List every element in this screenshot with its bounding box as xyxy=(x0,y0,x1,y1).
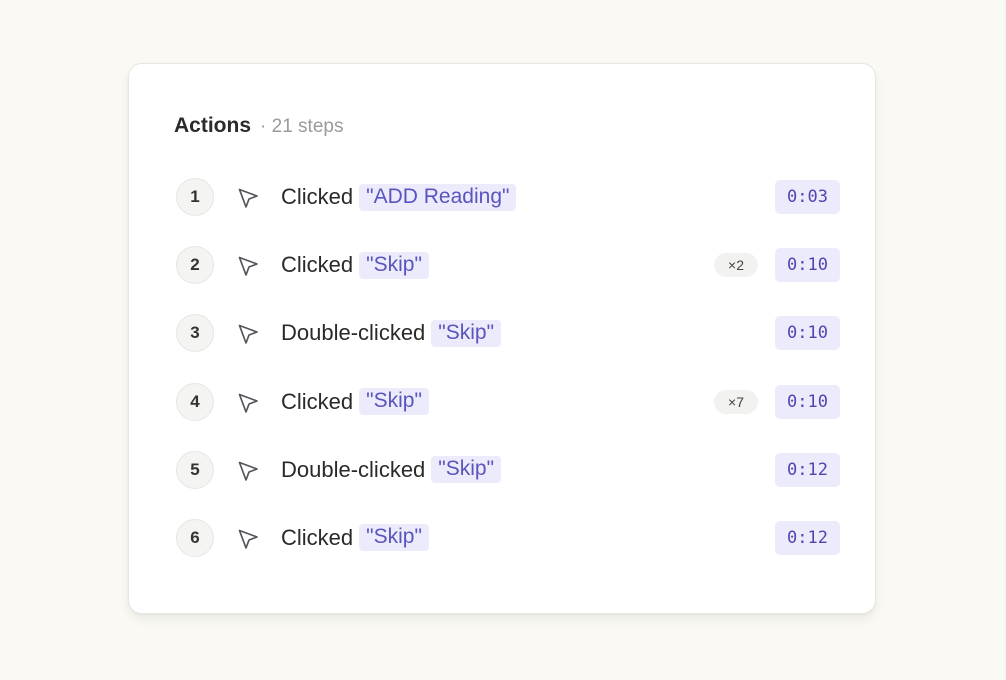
repeat-count-badge: ×2 xyxy=(714,253,758,278)
action-description: Double-clicked "Skip" xyxy=(281,314,502,352)
step-number: 1 xyxy=(176,178,214,216)
action-list: 1 Clicked "ADD Reading" 0:03 2 Clicked "… xyxy=(176,178,840,587)
actions-panel: Actions · 21 steps 1 Clicked "ADD Readin… xyxy=(128,63,876,614)
action-verb: Clicked xyxy=(281,184,354,209)
timestamp-badge[interactable]: 0:12 xyxy=(775,452,840,487)
cursor-arrow-icon xyxy=(237,323,259,345)
panel-header: Actions · 21 steps xyxy=(174,114,343,138)
action-row[interactable]: 1 Clicked "ADD Reading" 0:03 xyxy=(176,178,840,246)
action-description: Clicked "Skip" xyxy=(281,246,429,284)
cursor-arrow-icon xyxy=(237,528,259,550)
action-target: "Skip" xyxy=(359,251,429,279)
action-description: Clicked "Skip" xyxy=(281,519,429,557)
action-row[interactable]: 2 Clicked "Skip" ×2 0:10 xyxy=(176,246,840,314)
action-target: "Skip" xyxy=(431,456,502,484)
timestamp-badge[interactable]: 0:03 xyxy=(775,180,840,214)
repeat-count-badge: ×7 xyxy=(714,389,758,414)
cursor-arrow-icon xyxy=(237,392,259,414)
action-verb: Clicked xyxy=(281,252,354,278)
cursor-arrow-icon xyxy=(237,255,259,277)
timestamp-badge[interactable]: 0:10 xyxy=(775,316,840,351)
action-row[interactable]: 5 Double-clicked "Skip" 0:12 xyxy=(176,450,840,519)
action-target: "Skip" xyxy=(359,524,429,552)
step-count: · 21 steps xyxy=(260,116,344,137)
step-number: 5 xyxy=(176,450,214,489)
action-target: "Skip" xyxy=(359,388,429,416)
action-verb: Clicked xyxy=(281,388,354,414)
action-description: Clicked "Skip" xyxy=(281,383,429,421)
action-target: "Skip" xyxy=(431,319,502,347)
action-description: Double-clicked "Skip" xyxy=(281,451,502,489)
action-verb: Clicked xyxy=(281,524,354,550)
timestamp-badge[interactable]: 0:12 xyxy=(775,520,840,555)
cursor-arrow-icon xyxy=(237,187,259,209)
cursor-arrow-icon xyxy=(237,460,259,482)
step-number: 6 xyxy=(176,518,214,557)
action-row[interactable]: 6 Clicked "Skip" 0:12 xyxy=(176,518,840,587)
timestamp-badge[interactable]: 0:10 xyxy=(775,384,840,419)
step-number: 2 xyxy=(176,246,214,285)
action-verb: Double-clicked xyxy=(281,456,426,482)
panel-title: Actions xyxy=(174,114,252,137)
action-verb: Double-clicked xyxy=(281,320,426,346)
action-description: Clicked "ADD Reading" xyxy=(281,178,517,216)
step-number: 4 xyxy=(176,382,214,421)
timestamp-badge[interactable]: 0:10 xyxy=(775,248,840,283)
action-row[interactable]: 4 Clicked "Skip" ×7 0:10 xyxy=(176,382,840,451)
action-target: "ADD Reading" xyxy=(359,183,517,211)
step-number: 3 xyxy=(176,314,214,353)
action-row[interactable]: 3 Double-clicked "Skip" 0:10 xyxy=(176,314,840,382)
